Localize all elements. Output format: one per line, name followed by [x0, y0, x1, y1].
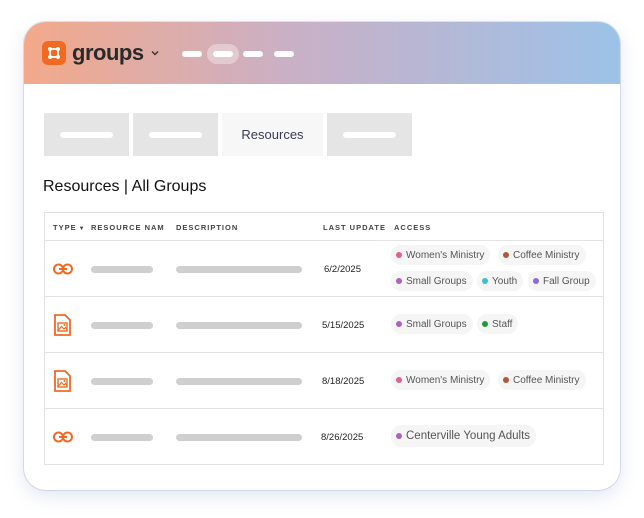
access-tag-label: Women's Ministry [406, 249, 485, 261]
column-header-description[interactable]: DESCRIPTION [176, 223, 238, 232]
table-header: TYPE ▼ RESOURCE NAME DESCRIPTION LAST UPD… [45, 213, 603, 241]
type-cell [53, 241, 75, 297]
tag-dot [533, 278, 539, 284]
column-header-type-label: TYPE [53, 223, 77, 232]
top-bar: groups [24, 22, 620, 84]
groups-logo-icon [42, 41, 66, 65]
access-tag-label: Coffee Ministry [513, 374, 580, 386]
access-tag: Small Groups [391, 271, 473, 291]
tag-dot [396, 433, 402, 439]
resource-name-placeholder[interactable] [91, 322, 153, 329]
access-tag: Centerville Young Adults [391, 425, 537, 447]
tab-bar: Resources [44, 113, 416, 156]
column-header-last-update[interactable]: LAST UPDATE [323, 223, 386, 232]
nav-item-2-active[interactable] [207, 44, 239, 64]
access-tag-label: Staff [492, 318, 513, 330]
last-update: 8/18/2025 [322, 376, 365, 387]
link-icon [53, 431, 73, 443]
nav-item-1[interactable] [182, 51, 202, 57]
access-tag: Youth [477, 271, 524, 291]
tag-dot [396, 252, 402, 258]
tab-2-label-placeholder [149, 131, 202, 138]
app-name: groups [72, 40, 144, 65]
access-tag-label: Centerville Young Adults [406, 430, 531, 442]
access-tag: Small Groups [391, 314, 473, 334]
resource-name-placeholder[interactable] [91, 378, 153, 385]
tag-dot [503, 252, 509, 258]
access-tag-label: Youth [492, 275, 518, 287]
nav-item-4[interactable] [274, 51, 294, 57]
image-file-icon [54, 314, 71, 336]
app-switcher[interactable]: groups [42, 40, 160, 66]
app-window: groups Resources Resources | All Groups … [24, 22, 620, 490]
resource-name-placeholder[interactable] [91, 266, 153, 273]
description-placeholder [176, 434, 302, 441]
type-cell [53, 353, 75, 409]
access-tag: Staff [477, 314, 519, 334]
access-tag-label: Fall Group [543, 275, 590, 287]
tag-dot [482, 278, 488, 284]
resource-name-placeholder[interactable] [91, 434, 153, 441]
nav-item-2-bar [213, 51, 233, 57]
description-placeholder [176, 378, 302, 385]
access-tag-label: Women's Ministry [406, 374, 485, 386]
sort-caret-icon: ▼ [78, 226, 86, 232]
page-title: Resources | All Groups [43, 178, 207, 195]
column-header-access[interactable]: ACCESS [394, 223, 431, 232]
tag-dot [396, 377, 402, 383]
tab-4-label-placeholder [343, 131, 396, 138]
tag-dot [396, 321, 402, 327]
access-tag: Coffee Ministry [498, 245, 586, 265]
tag-dot [503, 377, 509, 383]
last-update: 5/15/2025 [322, 320, 365, 331]
tab-resources[interactable]: Resources [222, 113, 323, 156]
chevron-down-icon [151, 51, 159, 56]
last-update: 6/2/2025 [324, 264, 361, 275]
image-file-icon [54, 370, 71, 392]
type-cell [53, 297, 75, 353]
access-tag: Women's Ministry [391, 370, 491, 390]
access-tag-label: Small Groups [406, 275, 467, 287]
table-row[interactable]: 6/2/2025 Women's Ministry Coffee Ministr… [45, 241, 603, 297]
tab-1-label-placeholder [60, 131, 113, 138]
tab-2[interactable] [133, 113, 218, 156]
last-update: 8/26/2025 [321, 432, 364, 443]
access-tag-label: Small Groups [406, 318, 467, 330]
tag-dot [482, 321, 488, 327]
access-tag: Fall Group [528, 271, 596, 291]
type-cell [53, 409, 75, 465]
column-header-name[interactable]: RESOURCE NAME [91, 223, 164, 232]
tab-4[interactable] [327, 113, 412, 156]
access-tag-label: Coffee Ministry [513, 249, 580, 261]
top-nav [182, 44, 305, 64]
access-tag: Coffee Ministry [498, 370, 586, 390]
nav-item-3[interactable] [243, 51, 263, 57]
table-row[interactable]: 5/15/2025 Small Groups Staff [45, 297, 603, 353]
table-row[interactable]: 8/18/2025 Women's Ministry Coffee Minist… [45, 353, 603, 409]
description-placeholder [176, 266, 302, 273]
tab-1[interactable] [44, 113, 129, 156]
description-placeholder [176, 322, 302, 329]
column-header-type[interactable]: TYPE ▼ [53, 223, 86, 232]
tag-dot [396, 278, 402, 284]
tab-resources-label: Resources [241, 127, 304, 142]
access-tag: Women's Ministry [391, 245, 491, 265]
table-row[interactable]: 8/26/2025 Centerville Young Adults [45, 409, 603, 465]
resources-table: TYPE ▼ RESOURCE NAME DESCRIPTION LAST UPD… [44, 212, 604, 465]
link-icon [53, 263, 73, 275]
